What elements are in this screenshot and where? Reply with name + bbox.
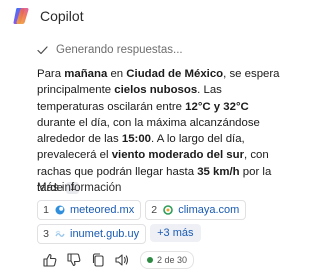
source-list: 1 meteored.mx 2 climaya.com 3 inumet.gub… bbox=[37, 200, 277, 248]
source-chip-meteored[interactable]: 1 meteored.mx bbox=[37, 200, 142, 220]
source-label: meteored.mx bbox=[70, 204, 135, 216]
source-chip-inumet[interactable]: 3 inumet.gub.uy bbox=[37, 224, 147, 244]
app-header: Copilot bbox=[12, 6, 84, 26]
source-number: 2 bbox=[151, 204, 158, 216]
status-dot bbox=[147, 257, 153, 263]
copy-icon[interactable] bbox=[90, 252, 106, 268]
climaya-favicon bbox=[163, 205, 174, 215]
more-sources-button[interactable]: +3 más bbox=[150, 224, 201, 242]
source-row: 1 meteored.mx 2 climaya.com bbox=[37, 200, 277, 220]
response-counter: 2 de 30 bbox=[140, 251, 195, 269]
copilot-logo bbox=[13, 8, 29, 24]
answer-fragment: en bbox=[107, 68, 127, 80]
speaker-icon[interactable] bbox=[114, 252, 130, 268]
answer-bold: Ciudad de México bbox=[126, 68, 224, 80]
check-icon bbox=[37, 45, 48, 55]
answer-bold: cielos nubosos bbox=[114, 84, 198, 97]
source-label: inumet.gub.uy bbox=[70, 228, 140, 240]
app-title: Copilot bbox=[40, 8, 84, 24]
answer-bold: 35 km/h bbox=[197, 165, 240, 178]
source-number: 3 bbox=[43, 228, 49, 240]
answer-bold: viento moderado del sur bbox=[111, 149, 245, 162]
thumbs-down-icon[interactable] bbox=[66, 252, 82, 268]
source-label: climaya.com bbox=[178, 204, 240, 216]
answer-bold: 15:00 bbox=[121, 133, 151, 146]
status-text: Generando respuestas... bbox=[56, 44, 183, 56]
generation-status: Generando respuestas... bbox=[37, 44, 183, 56]
counter-text: 2 de 30 bbox=[157, 255, 188, 265]
inumet-favicon bbox=[55, 230, 65, 237]
source-chip-climaya[interactable]: 2 climaya.com bbox=[145, 200, 247, 220]
answer-fragment: Para bbox=[37, 68, 65, 80]
thumbs-up-icon[interactable] bbox=[42, 252, 58, 268]
more-info-title: Más información bbox=[37, 182, 122, 194]
source-row: 3 inumet.gub.uy +3 más bbox=[37, 224, 277, 244]
answer-text: Para mañana en Ciudad de México, se espe… bbox=[37, 66, 287, 196]
source-number: 1 bbox=[43, 204, 49, 216]
answer-bold: 12°C y 32°C bbox=[185, 100, 249, 113]
answer-bold: mañana bbox=[64, 68, 108, 80]
message-actions: 2 de 30 bbox=[42, 251, 195, 269]
meteored-favicon bbox=[55, 205, 65, 215]
